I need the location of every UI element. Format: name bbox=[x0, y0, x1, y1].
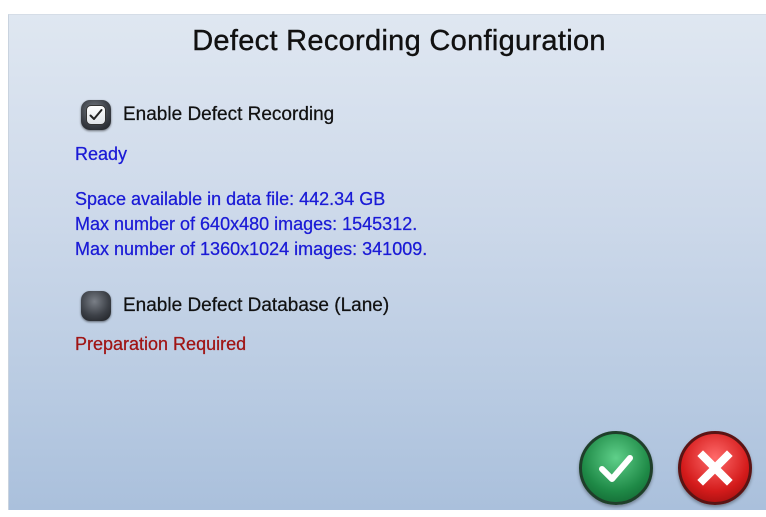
x-icon bbox=[697, 450, 733, 486]
checkmark-icon bbox=[599, 455, 633, 482]
defect-recording-dialog: Defect Recording Configuration Enable De… bbox=[8, 14, 766, 510]
dialog-title: Defect Recording Configuration bbox=[192, 25, 606, 57]
recording-status-text: Ready bbox=[75, 144, 128, 164]
max-640x480-images-text: Max number of 640x480 images: 1545312. bbox=[75, 214, 418, 234]
storage-info: Space available in data file: 442.34 GB … bbox=[75, 187, 427, 262]
enable-defect-recording-row: Enable Defect Recording bbox=[81, 100, 334, 130]
max-1360x1024-images-text: Max number of 1360x1024 images: 341009. bbox=[75, 239, 428, 259]
ok-button[interactable] bbox=[579, 431, 653, 505]
enable-defect-database-checkbox[interactable] bbox=[81, 291, 111, 321]
enable-defect-recording-checkbox[interactable] bbox=[81, 100, 111, 130]
enable-defect-database-row: Enable Defect Database (Lane) bbox=[81, 291, 389, 321]
cancel-button[interactable] bbox=[678, 431, 752, 505]
database-status-text: Preparation Required bbox=[75, 334, 247, 354]
space-available-text: Space available in data file: 442.34 GB bbox=[75, 189, 386, 209]
checkmark-icon bbox=[86, 105, 106, 125]
enable-defect-recording-label[interactable]: Enable Defect Recording bbox=[123, 104, 335, 126]
enable-defect-database-label[interactable]: Enable Defect Database (Lane) bbox=[123, 295, 389, 317]
